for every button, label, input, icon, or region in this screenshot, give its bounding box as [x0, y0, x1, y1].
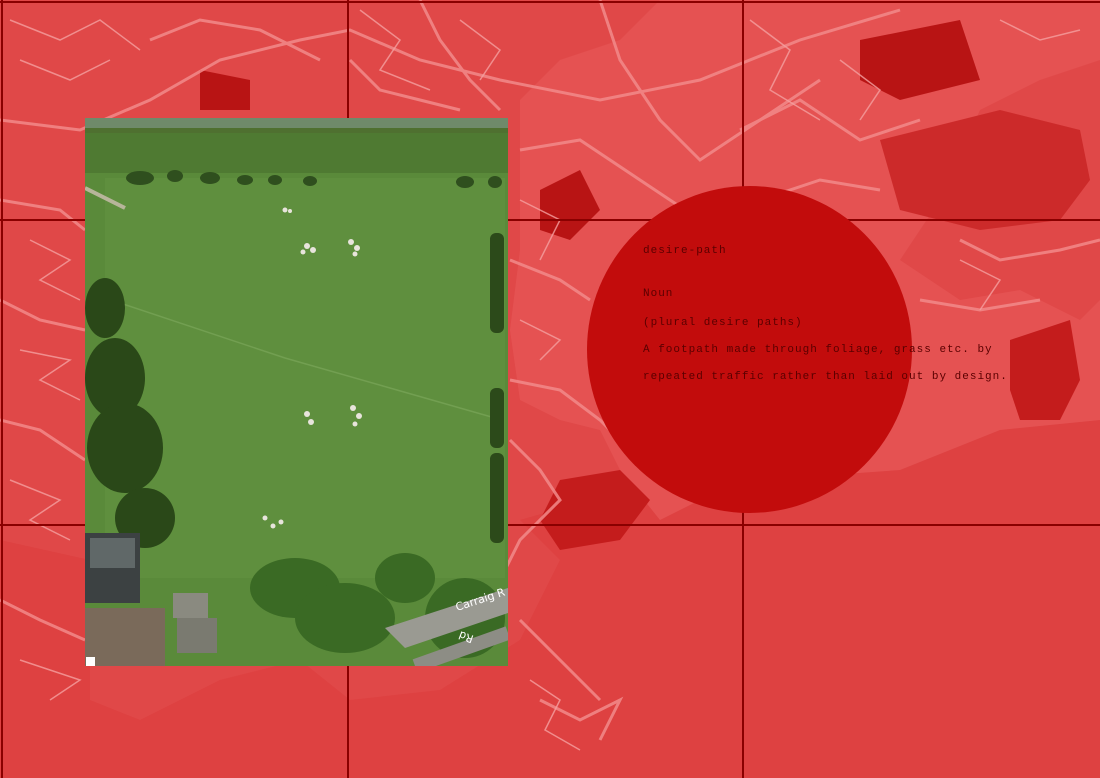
definition-word: desire-path: [643, 245, 727, 257]
definition-body-line-1: A footpath made through foliage, grass e…: [643, 344, 993, 356]
hedge: [490, 453, 504, 543]
definition-plural: (plural desire paths): [643, 317, 803, 329]
definition-part-of-speech: Noun: [643, 288, 674, 300]
aerial-photo: Carraig R Rd: [85, 118, 508, 666]
definition-block: desire-path Noun (plural desire paths) A…: [643, 244, 1083, 385]
hedge: [490, 233, 504, 333]
hedge: [490, 388, 504, 448]
definition-body-line-2: repeated traffic rather than laid out by…: [643, 371, 1008, 383]
white-square-marker-icon: [86, 657, 95, 666]
